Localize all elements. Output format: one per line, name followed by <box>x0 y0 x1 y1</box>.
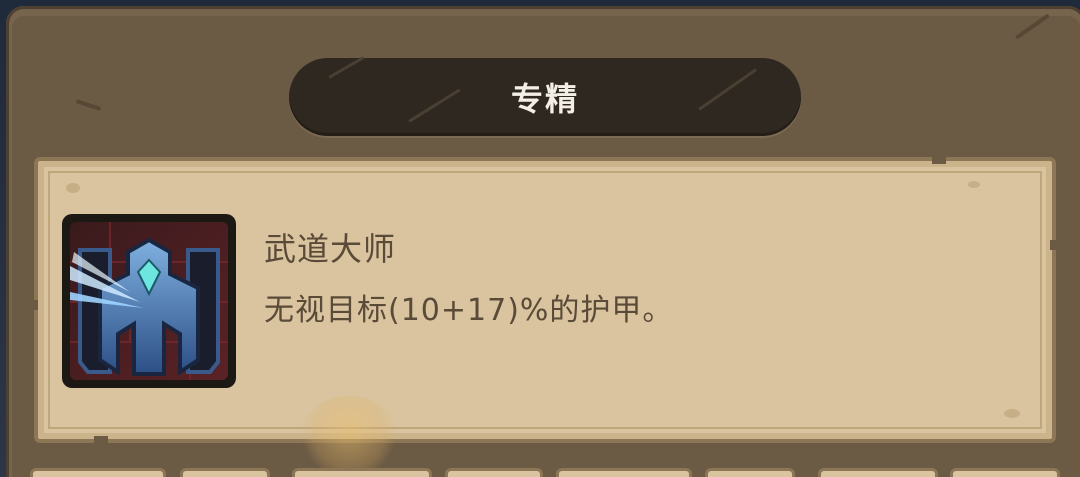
armor-pierce-helmet-icon <box>70 222 228 380</box>
bottom-tab[interactable] <box>292 468 432 477</box>
parchment-spot <box>66 183 80 193</box>
panel-scratch <box>75 99 102 111</box>
skill-name: 武道大师 <box>264 230 397 268</box>
card-notch <box>94 436 108 446</box>
skill-description: 无视目标(10+17)%的护甲。 <box>264 293 674 328</box>
card-notch <box>30 300 38 310</box>
bottom-tab[interactable] <box>818 468 938 477</box>
bottom-tab[interactable] <box>445 468 543 477</box>
bottom-tab[interactable] <box>950 468 1060 477</box>
card-notch <box>932 154 946 164</box>
parchment-spot <box>1004 409 1020 418</box>
card-notch <box>1050 240 1058 250</box>
bottom-tab[interactable] <box>30 468 166 477</box>
panel-scratch <box>1014 13 1050 40</box>
parchment-spot <box>968 181 980 188</box>
bottom-tab[interactable] <box>556 468 692 477</box>
skill-icon-frame[interactable] <box>62 214 236 388</box>
bottom-tab[interactable] <box>180 468 270 477</box>
panel-title-bar: 专精 <box>289 56 801 136</box>
game-screen: 专精 武道大师 无视目标(10+17)%的护甲。 <box>0 0 1080 477</box>
glow-effect <box>300 396 398 476</box>
panel-title: 专精 <box>510 80 579 118</box>
bottom-tab[interactable] <box>705 468 795 477</box>
